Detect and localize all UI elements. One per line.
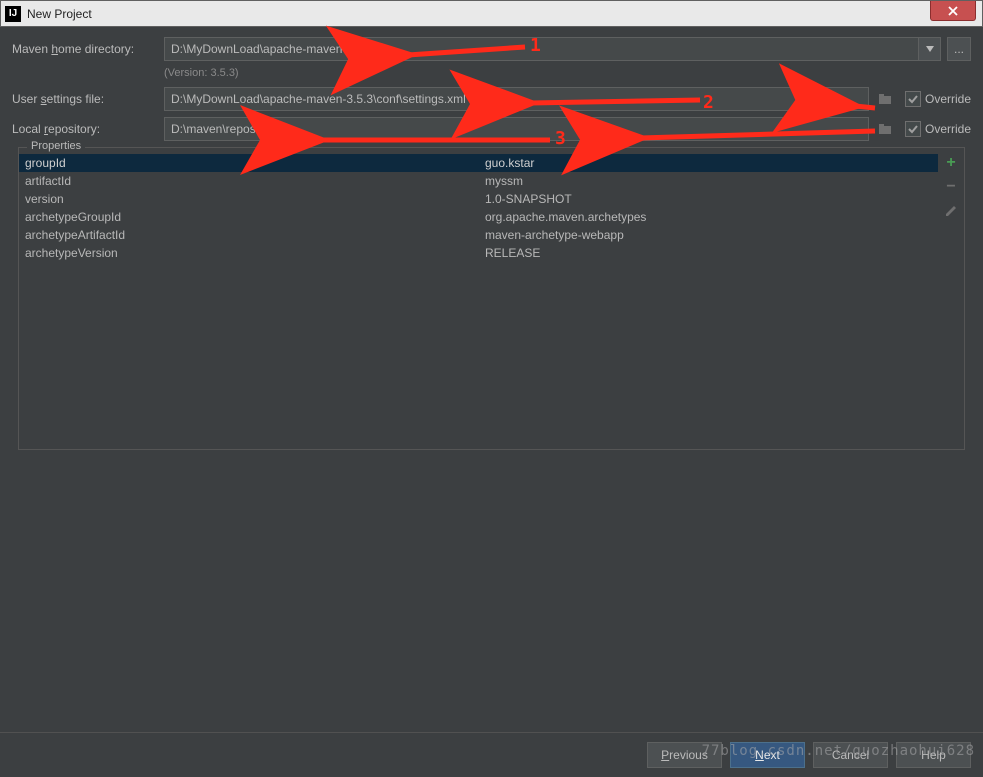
- edit-property-button[interactable]: [942, 202, 960, 220]
- property-key: archetypeArtifactId: [25, 228, 485, 242]
- maven-version-text: (Version: 3.5.3): [164, 67, 971, 79]
- window-title: New Project: [27, 7, 92, 21]
- property-row[interactable]: archetypeVersionRELEASE: [19, 244, 938, 262]
- maven-home-input[interactable]: [164, 37, 919, 61]
- annotation-number-1: 1: [530, 35, 541, 56]
- local-repo-label: Local repository:: [12, 122, 164, 136]
- override-label: Override: [925, 122, 971, 136]
- property-row[interactable]: groupIdguo.kstar: [19, 154, 938, 172]
- properties-table[interactable]: groupIdguo.kstarartifactIdmyssmversion1.…: [19, 148, 938, 449]
- next-button[interactable]: Next: [730, 742, 805, 768]
- property-row[interactable]: artifactIdmyssm: [19, 172, 938, 190]
- maven-home-browse-button[interactable]: ...: [947, 37, 971, 61]
- maven-home-label: Maven home directory:: [12, 42, 164, 56]
- remove-property-button[interactable]: −: [942, 178, 960, 196]
- property-key: artifactId: [25, 174, 485, 188]
- properties-fieldset: Properties groupIdguo.kstarartifactIdmys…: [18, 147, 965, 450]
- cancel-button[interactable]: Cancel: [813, 742, 888, 768]
- help-button[interactable]: Help: [896, 742, 971, 768]
- property-value: RELEASE: [485, 246, 932, 260]
- property-key: groupId: [25, 156, 485, 170]
- override-label: Override: [925, 92, 971, 106]
- property-key: archetypeVersion: [25, 246, 485, 260]
- property-value: 1.0-SNAPSHOT: [485, 192, 932, 206]
- local-repo-input[interactable]: [164, 117, 869, 141]
- properties-legend: Properties: [27, 140, 85, 152]
- local-repo-browse-icon[interactable]: [875, 117, 895, 141]
- user-settings-browse-icon[interactable]: [875, 87, 895, 111]
- override-repo-checkbox[interactable]: Override: [905, 121, 971, 137]
- property-key: version: [25, 192, 485, 206]
- property-value: org.apache.maven.archetypes: [485, 210, 932, 224]
- dialog-footer: Previous Next Cancel Help: [0, 732, 983, 777]
- close-button[interactable]: [930, 1, 976, 21]
- maven-home-dropdown-caret[interactable]: [919, 37, 941, 61]
- user-settings-label: User settings file:: [12, 92, 164, 106]
- add-property-button[interactable]: +: [942, 154, 960, 172]
- user-settings-input[interactable]: [164, 87, 869, 111]
- annotation-number-3: 3: [555, 128, 566, 149]
- titlebar: IJ New Project: [0, 0, 983, 27]
- override-settings-checkbox[interactable]: Override: [905, 91, 971, 107]
- property-value: myssm: [485, 174, 932, 188]
- property-row[interactable]: archetypeArtifactIdmaven-archetype-webap…: [19, 226, 938, 244]
- annotation-number-2: 2: [703, 92, 714, 113]
- property-value: maven-archetype-webapp: [485, 228, 932, 242]
- property-value: guo.kstar: [485, 156, 932, 170]
- property-row[interactable]: archetypeGroupIdorg.apache.maven.archety…: [19, 208, 938, 226]
- previous-button[interactable]: Previous: [647, 742, 722, 768]
- app-icon: IJ: [5, 6, 21, 22]
- property-key: archetypeGroupId: [25, 210, 485, 224]
- property-row[interactable]: version1.0-SNAPSHOT: [19, 190, 938, 208]
